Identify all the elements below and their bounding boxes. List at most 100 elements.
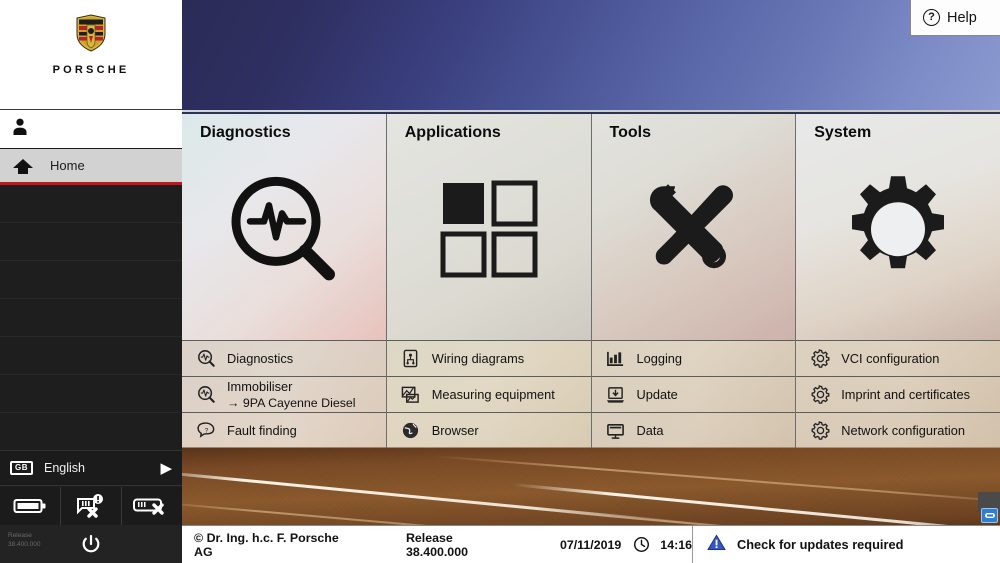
menu-item-label: Logging bbox=[636, 350, 683, 366]
sidebar-blank-row[interactable] bbox=[0, 413, 182, 451]
sidebar-item-home[interactable]: Home bbox=[0, 149, 182, 185]
menu-item-sublabel: → 9PA Cayenne Diesel bbox=[227, 395, 356, 410]
sidebar: PORSCHE Home GB English ▶ Release 38.400… bbox=[0, 0, 182, 563]
menu-item-wiring-diagrams[interactable]: Wiring diagrams bbox=[386, 340, 591, 376]
question-mark-icon: ? bbox=[923, 9, 940, 26]
vci-status-corner-icon[interactable] bbox=[981, 508, 998, 523]
sidebar-blank-row[interactable] bbox=[0, 299, 182, 337]
fault-finding-icon: ? bbox=[196, 421, 216, 441]
release-label: Release bbox=[8, 532, 32, 539]
update-notice[interactable]: Check for updates required bbox=[692, 526, 1000, 563]
main-tile-grid: Diagnostics Diagnostics Immobiliser → 9P… bbox=[182, 112, 1000, 448]
vci-status-warning[interactable] bbox=[61, 487, 122, 525]
menu-item-label: Update bbox=[636, 386, 678, 402]
tile-applications[interactable]: Applications bbox=[386, 114, 591, 340]
menu-item-label: Data bbox=[636, 422, 664, 438]
clock-icon bbox=[633, 536, 650, 553]
magnifier-pulse-small-icon bbox=[196, 385, 216, 405]
menu-item-label: Fault finding bbox=[227, 422, 297, 438]
menu-item-label: Wiring diagrams bbox=[431, 350, 525, 366]
date-text: 07/11/2019 bbox=[559, 537, 622, 552]
menu-item-label: Diagnostics bbox=[227, 350, 294, 366]
tile-title: System bbox=[814, 124, 872, 141]
measuring-equipment-icon bbox=[401, 385, 421, 405]
status-bar-left: © Dr. Ing. h.c. F. Porsche AG Release 38… bbox=[182, 526, 692, 563]
bar-chart-icon bbox=[606, 349, 626, 369]
sidebar-blank-row[interactable] bbox=[0, 337, 182, 375]
header-sky-background bbox=[182, 0, 1000, 115]
menu-item-fault-finding[interactable]: ? Fault finding bbox=[182, 412, 386, 448]
wiring-diagram-icon bbox=[401, 349, 421, 369]
menu-item-label: Immobiliser → 9PA Cayenne Diesel bbox=[227, 379, 356, 410]
magnifier-pulse-icon bbox=[182, 170, 386, 288]
wrench-screwdriver-icon bbox=[592, 174, 796, 284]
language-selector[interactable]: GB English ▶ bbox=[0, 450, 182, 486]
sidebar-blank-row[interactable] bbox=[0, 375, 182, 413]
four-squares-icon bbox=[387, 179, 591, 279]
vci-disconnected-warning-icon bbox=[77, 494, 103, 518]
magnifier-pulse-small-icon bbox=[196, 349, 216, 369]
sidebar-blank-row[interactable] bbox=[0, 185, 182, 223]
tile-tools[interactable]: Tools bbox=[591, 114, 796, 340]
chevron-right-icon: ▶ bbox=[160, 459, 172, 477]
menu-item-immobiliser[interactable]: Immobiliser → 9PA Cayenne Diesel bbox=[182, 376, 386, 412]
tile-system[interactable]: System bbox=[796, 114, 1000, 340]
time-text: 14:16 bbox=[660, 537, 692, 552]
menu-item-label: Measuring equipment bbox=[431, 386, 555, 402]
menu-item-label: Imprint and certificates bbox=[841, 386, 970, 402]
download-laptop-icon bbox=[606, 385, 626, 405]
battery-icon bbox=[13, 499, 46, 513]
release-text: Release 38.400.000 bbox=[405, 530, 468, 559]
user-account-row[interactable] bbox=[0, 110, 182, 149]
battery-status[interactable] bbox=[0, 487, 61, 525]
gear-icon bbox=[796, 174, 1000, 284]
svg-text:?: ? bbox=[205, 427, 209, 434]
gear-small-icon bbox=[810, 349, 830, 369]
release-number: 38.400.000 bbox=[8, 541, 41, 549]
menu-item-vci-configuration[interactable]: VCI configuration bbox=[796, 340, 1000, 376]
globe-icon bbox=[401, 421, 421, 441]
tile-column-system: System VCI configuration Imprint and cer… bbox=[796, 114, 1000, 448]
tile-column-applications: Applications Wiring diagrams Measuring e… bbox=[386, 114, 592, 448]
help-button-label: Help bbox=[947, 9, 977, 26]
porsche-wordmark: PORSCHE bbox=[52, 64, 130, 76]
update-message-text: Check for updates required bbox=[737, 537, 904, 552]
tile-column-diagnostics: Diagnostics Diagnostics Immobiliser → 9P… bbox=[182, 114, 387, 448]
sidebar-blank-row[interactable] bbox=[0, 223, 182, 261]
menu-item-label: VCI configuration bbox=[841, 350, 940, 366]
menu-item-label: Network configuration bbox=[841, 422, 966, 438]
gear-small-icon bbox=[810, 385, 830, 405]
brand-panel: PORSCHE bbox=[0, 0, 182, 110]
help-button[interactable]: ? Help bbox=[910, 0, 1000, 36]
user-icon bbox=[10, 117, 30, 142]
copyright-text: © Dr. Ing. h.c. F. Porsche AG bbox=[194, 530, 339, 559]
menu-item-data[interactable]: Data bbox=[591, 412, 796, 448]
monitor-icon bbox=[606, 421, 626, 441]
tile-title: Diagnostics bbox=[200, 124, 291, 141]
piwis-application-window: ? Help Diagnostics Diagnostics Immobilis… bbox=[0, 0, 1000, 563]
status-bar: © Dr. Ing. h.c. F. Porsche AG Release 38… bbox=[182, 525, 1000, 563]
menu-item-browser[interactable]: Browser bbox=[386, 412, 591, 448]
sidebar-blank-row[interactable] bbox=[0, 261, 182, 299]
menu-item-logging[interactable]: Logging bbox=[591, 340, 796, 376]
menu-item-imprint-and-certificates[interactable]: Imprint and certificates bbox=[796, 376, 1000, 412]
gear-small-icon bbox=[810, 421, 830, 441]
menu-item-diagnostics[interactable]: Diagnostics bbox=[182, 340, 386, 376]
tile-column-tools: Tools Logging Update Data bbox=[591, 114, 797, 448]
porsche-crest-icon bbox=[76, 14, 106, 52]
menu-item-label: Browser bbox=[431, 422, 479, 438]
menu-item-network-configuration[interactable]: Network configuration bbox=[796, 412, 1000, 448]
tile-title: Tools bbox=[609, 124, 651, 141]
home-icon bbox=[10, 157, 36, 175]
language-label: English bbox=[44, 461, 85, 475]
status-icon-bar bbox=[0, 487, 182, 525]
menu-item-measuring-equipment[interactable]: Measuring equipment bbox=[386, 376, 591, 412]
warning-triangle-icon bbox=[707, 533, 726, 556]
tile-title: Applications bbox=[404, 124, 501, 141]
vci-disconnected-icon bbox=[133, 498, 164, 515]
menu-item-update[interactable]: Update bbox=[591, 376, 796, 412]
gb-flag-icon: GB bbox=[10, 461, 33, 475]
tile-diagnostics[interactable]: Diagnostics bbox=[182, 114, 386, 340]
release-version-tag: Release 38.400.000 bbox=[8, 531, 41, 550]
vci-status-disconnected[interactable] bbox=[122, 487, 182, 525]
